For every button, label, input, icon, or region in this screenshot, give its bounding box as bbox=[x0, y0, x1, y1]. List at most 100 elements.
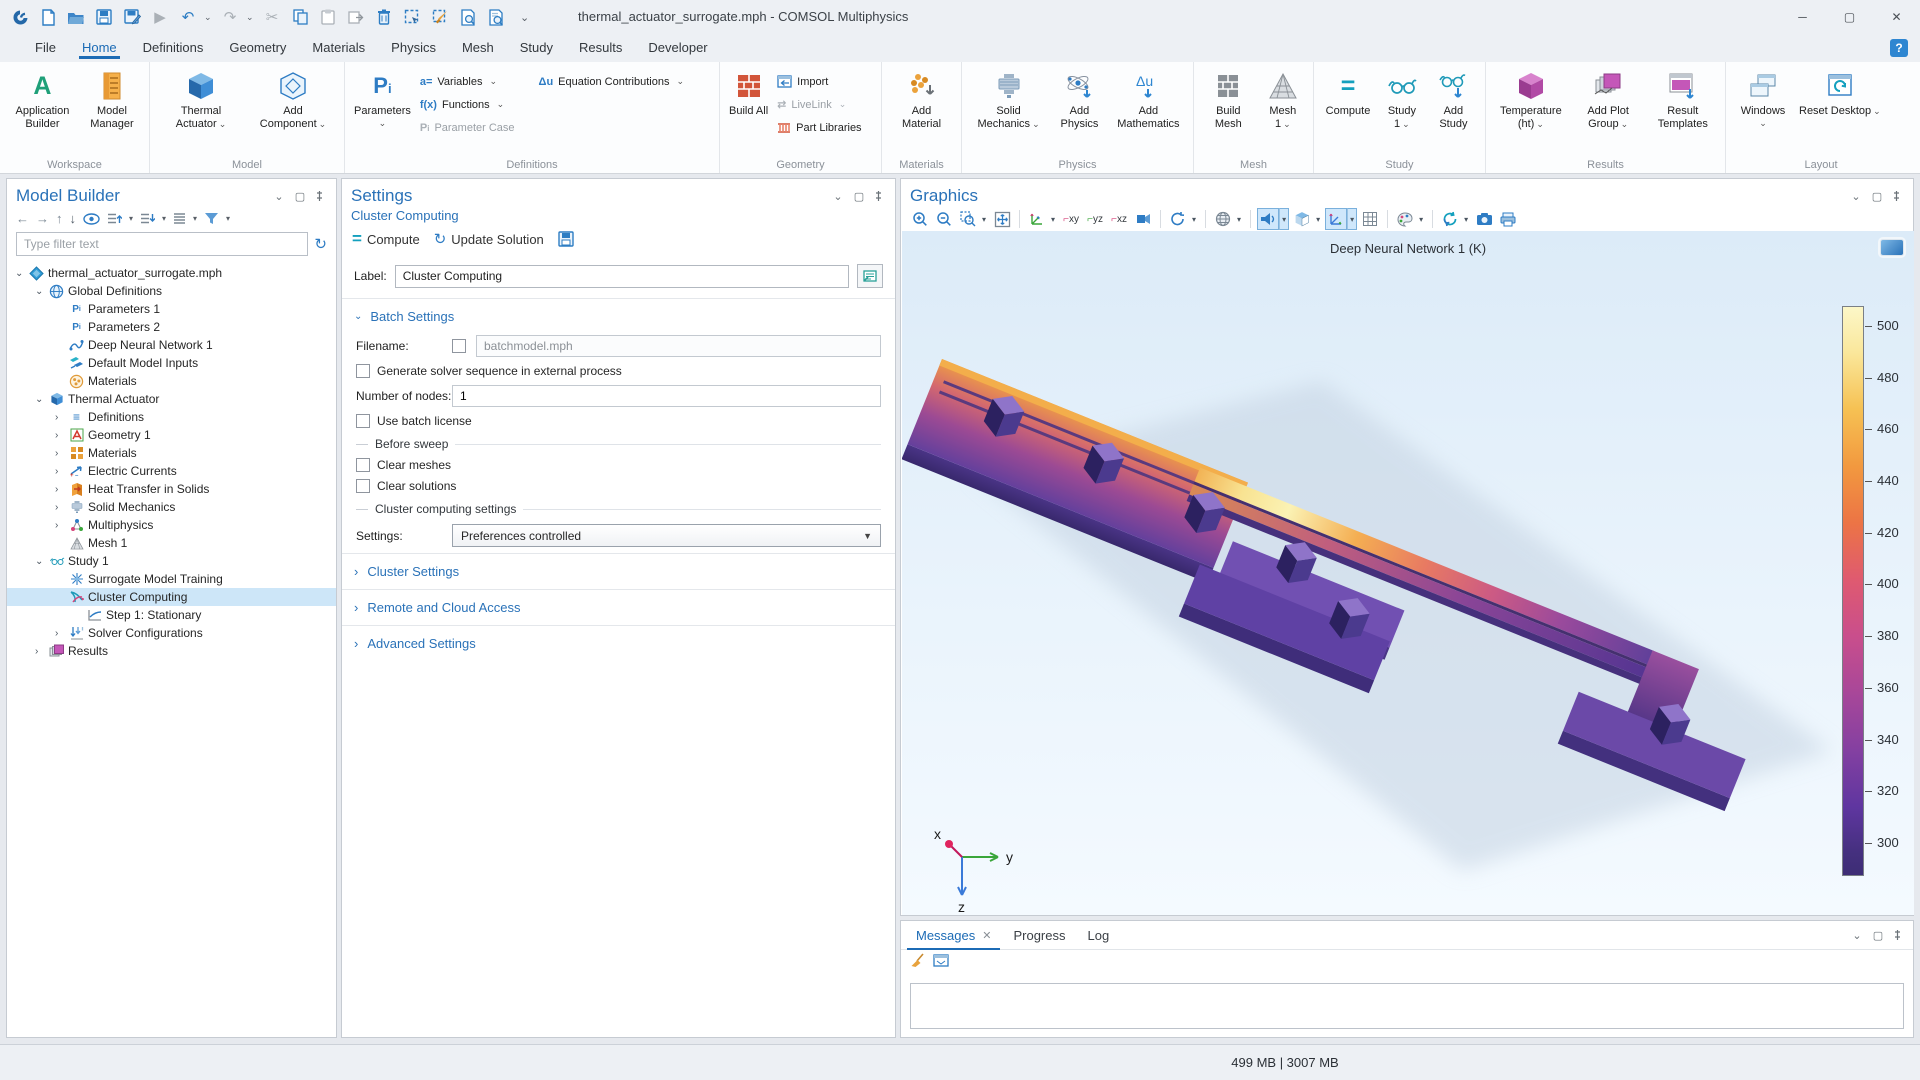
parameter-case-button[interactable]: Pi Parameter Case bbox=[415, 116, 520, 139]
view-yz-icon[interactable]: ⌐yz bbox=[1084, 208, 1106, 230]
chevron-down-icon[interactable]: ▾ bbox=[1048, 208, 1058, 230]
use-batch-license-checkbox[interactable] bbox=[356, 414, 370, 428]
save-as-button[interactable] bbox=[120, 5, 144, 29]
panel-menu-icon[interactable]: ⌄ bbox=[273, 190, 285, 203]
clear-solutions-row[interactable]: Clear solutions bbox=[356, 479, 881, 493]
chevron-down-icon[interactable]: ▾ bbox=[1313, 208, 1323, 230]
view-xy-icon[interactable]: ⌐xy bbox=[1060, 208, 1082, 230]
delete-button[interactable] bbox=[372, 5, 396, 29]
refresh-plot-icon[interactable] bbox=[1439, 208, 1461, 230]
tree-item-electric-currents[interactable]: ›+–Electric Currents bbox=[7, 462, 336, 480]
filter-icon[interactable] bbox=[204, 212, 219, 225]
zoom-document-button[interactable] bbox=[484, 5, 508, 29]
tree-item-materials-global[interactable]: Materials bbox=[7, 372, 336, 390]
cut-button[interactable]: ✂ bbox=[260, 5, 284, 29]
chevron-down-icon[interactable]: ▾ bbox=[1279, 208, 1289, 230]
twistie-icon[interactable]: › bbox=[55, 412, 68, 423]
tree-item-solid-mechanics[interactable]: ›Solid Mechanics bbox=[7, 498, 336, 516]
reset-desktop-button[interactable]: Reset Desktop⌄ bbox=[1795, 66, 1885, 121]
print-icon[interactable] bbox=[1497, 208, 1519, 230]
messages-content[interactable] bbox=[910, 983, 1904, 1029]
close-button[interactable]: ✕ bbox=[1873, 0, 1920, 34]
chevron-down-icon[interactable]: ▾ bbox=[1416, 208, 1426, 230]
redo-dropdown-icon[interactable]: ⌄ bbox=[246, 12, 256, 23]
add-component-button[interactable]: Add Component⌄ bbox=[247, 66, 339, 134]
twistie-icon[interactable]: › bbox=[55, 430, 68, 441]
compute-button[interactable]: =Compute bbox=[352, 229, 420, 249]
label-options-button[interactable] bbox=[857, 264, 883, 288]
pin-panel-icon[interactable] bbox=[1892, 190, 1904, 202]
rotate-icon[interactable] bbox=[1167, 208, 1189, 230]
float-panel-icon[interactable]: ▢ bbox=[1872, 929, 1884, 942]
refresh-filter-icon[interactable]: ↻ bbox=[314, 235, 327, 253]
number-of-nodes-input[interactable] bbox=[452, 385, 881, 407]
tree-item-thermal-actuator[interactable]: ⌄Thermal Actuator bbox=[7, 390, 336, 408]
clear-solutions-checkbox[interactable] bbox=[356, 479, 370, 493]
tab-study[interactable]: Study bbox=[507, 35, 566, 62]
chevron-down-icon[interactable]: ▾ bbox=[979, 208, 989, 230]
save-solution-button[interactable] bbox=[558, 231, 574, 247]
chevron-down-icon[interactable]: ▾ bbox=[1347, 208, 1357, 230]
tree-item-deep-neural-network[interactable]: Deep Neural Network 1 bbox=[7, 336, 336, 354]
go-to-view-icon[interactable] bbox=[1026, 208, 1048, 230]
speaker-icon[interactable] bbox=[1257, 208, 1279, 230]
save-button[interactable] bbox=[92, 5, 116, 29]
section-remote-cloud-access[interactable]: ›Remote and Cloud Access bbox=[342, 589, 895, 625]
application-builder-button[interactable]: A Application Builder bbox=[5, 66, 80, 134]
twistie-icon[interactable]: › bbox=[35, 646, 48, 657]
chevron-down-icon[interactable]: ▾ bbox=[1461, 208, 1471, 230]
maximize-button[interactable]: ▢ bbox=[1826, 0, 1873, 34]
collapse-tree-icon[interactable] bbox=[107, 212, 122, 225]
equation-contributions-button[interactable]: Δu Equation Contributions⌄ bbox=[534, 70, 689, 93]
section-advanced-settings[interactable]: ›Advanced Settings bbox=[342, 625, 895, 661]
tree-item-mesh-1[interactable]: Mesh 1 bbox=[7, 534, 336, 552]
pin-panel-icon[interactable] bbox=[1893, 929, 1905, 941]
generate-external-checkbox[interactable] bbox=[356, 364, 370, 378]
filename-input[interactable] bbox=[476, 335, 881, 357]
transparency-icon[interactable] bbox=[1291, 208, 1313, 230]
panel-menu-icon[interactable]: ⌄ bbox=[832, 190, 844, 203]
twistie-icon[interactable]: › bbox=[55, 520, 68, 531]
twistie-icon[interactable]: ⌄ bbox=[15, 268, 28, 279]
use-batch-license-row[interactable]: Use batch license bbox=[356, 414, 881, 428]
tree-item-materials[interactable]: ›Materials bbox=[7, 444, 336, 462]
tab-messages[interactable]: Messages✕ bbox=[905, 921, 1002, 950]
zoom-to-selection-button[interactable] bbox=[456, 5, 480, 29]
tree-item-heat-transfer[interactable]: ›Heat Transfer in Solids bbox=[7, 480, 336, 498]
tab-physics[interactable]: Physics bbox=[378, 35, 449, 62]
twistie-icon[interactable]: › bbox=[55, 502, 68, 513]
forward-icon[interactable]: → bbox=[36, 211, 49, 226]
tab-progress[interactable]: Progress bbox=[1002, 921, 1076, 950]
message-options-icon[interactable] bbox=[933, 954, 949, 967]
show-grid-icon[interactable] bbox=[1359, 208, 1381, 230]
tree-item-root[interactable]: ⌄thermal_actuator_surrogate.mph bbox=[7, 264, 336, 282]
section-batch-settings[interactable]: ⌄ Batch Settings bbox=[342, 299, 895, 330]
parameters-button[interactable]: Pi Parameters ⌄ bbox=[350, 66, 415, 132]
tab-definitions[interactable]: Definitions bbox=[130, 35, 217, 62]
tree-item-default-model-inputs[interactable]: Default Model Inputs bbox=[7, 354, 336, 372]
twistie-icon[interactable]: › bbox=[55, 466, 68, 477]
settings-select[interactable]: Preferences controlled ▼ bbox=[452, 524, 881, 547]
temperature-plot-button[interactable]: Temperature (ht)⌄ bbox=[1491, 66, 1571, 134]
customize-qat-dropdown-icon[interactable]: ⌄ bbox=[520, 11, 530, 24]
tab-log[interactable]: Log bbox=[1077, 921, 1121, 950]
panel-menu-icon[interactable]: ⌄ bbox=[1850, 190, 1862, 203]
model-manager-button[interactable]: Model Manager bbox=[80, 66, 144, 134]
float-panel-icon[interactable]: ▢ bbox=[853, 190, 865, 203]
functions-button[interactable]: f(x) Functions⌄ bbox=[415, 93, 520, 116]
tab-materials[interactable]: Materials bbox=[299, 35, 378, 62]
tree-item-definitions[interactable]: ›≡Definitions bbox=[7, 408, 336, 426]
tree-item-multiphysics[interactable]: ›Multiphysics bbox=[7, 516, 336, 534]
show-axis-orientation-icon[interactable] bbox=[1325, 208, 1347, 230]
tree-item-global-definitions[interactable]: ⌄Global Definitions bbox=[7, 282, 336, 300]
chevron-down-icon[interactable]: ▾ bbox=[129, 214, 133, 223]
float-panel-icon[interactable]: ▢ bbox=[1871, 190, 1883, 203]
zoom-box-icon[interactable] bbox=[957, 208, 979, 230]
environment-icon[interactable] bbox=[1212, 208, 1234, 230]
minimize-button[interactable]: ─ bbox=[1779, 0, 1826, 34]
tree-item-parameters-2[interactable]: PiParameters 2 bbox=[7, 318, 336, 336]
tab-mesh[interactable]: Mesh bbox=[449, 35, 507, 62]
label-input[interactable] bbox=[395, 265, 849, 288]
back-icon[interactable]: ← bbox=[16, 211, 29, 226]
windows-button[interactable]: Windows ⌄ bbox=[1731, 66, 1795, 132]
